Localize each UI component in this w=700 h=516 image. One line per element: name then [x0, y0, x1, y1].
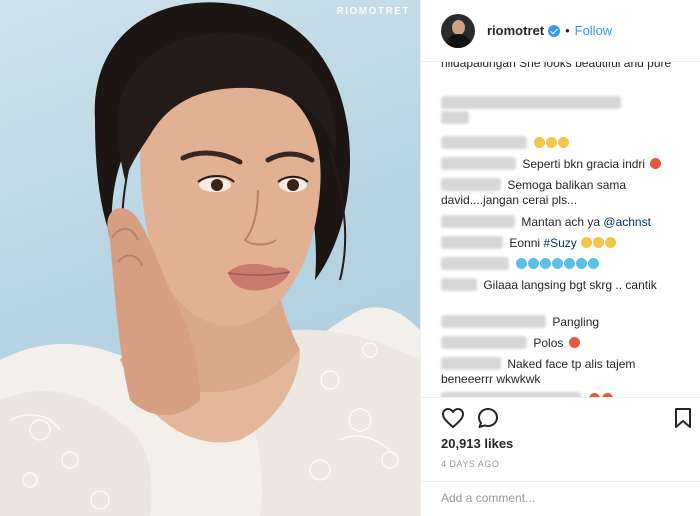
comment-text: Seperti bkn gracia indri [522, 157, 646, 171]
kiss-face-icon [581, 237, 593, 248]
blue-heart-icon [528, 258, 540, 269]
speech-bubble-icon[interactable] [476, 406, 500, 430]
portrait-illustration [0, 2, 420, 516]
heart-outline-icon[interactable] [441, 406, 465, 430]
blurred-username [441, 315, 546, 328]
kiss-face-icon [593, 237, 605, 248]
comment-item [441, 257, 686, 272]
blurred-username [441, 278, 477, 291]
bookmark-icon[interactable] [671, 406, 695, 430]
separator-dot: • [565, 23, 570, 38]
kiss-face-icon [605, 237, 617, 248]
verified-badge-icon [548, 24, 561, 37]
add-comment-bar [421, 481, 700, 516]
blurred-username [441, 236, 503, 249]
avatar[interactable] [441, 13, 475, 48]
comment-list[interactable]: hildapalungan She looks beautiful and pu… [421, 62, 700, 397]
blue-heart-icon [552, 258, 564, 269]
post-timestamp[interactable]: 4 DAYS AGO [441, 459, 499, 469]
clapping-hands-icon [558, 137, 570, 148]
comment-item [441, 96, 686, 126]
comment-input[interactable] [441, 491, 681, 505]
comment-text: hildapalungan She looks beautiful and pu… [441, 62, 672, 70]
blurred-text [441, 111, 469, 124]
comment-text: Mantan ach ya [521, 215, 601, 229]
comment-item: Gilaaa langsing bgt skrg .. cantik [441, 278, 686, 293]
clapping-hands-icon [546, 137, 558, 148]
username-link[interactable]: riomotret [487, 23, 544, 38]
post-sidebar: riomotret • Follow hildapalungan She loo… [420, 0, 700, 516]
blurred-username [441, 96, 621, 109]
mention-link[interactable]: @achnst [603, 215, 651, 229]
blurred-username [441, 178, 501, 191]
comment-item [441, 136, 686, 151]
comment-item: Naked face tp alis tajem beneeerrr wkwkw… [441, 357, 686, 387]
blue-heart-icon [540, 258, 552, 269]
action-bar [421, 397, 700, 437]
comment-text: Eonni [509, 236, 541, 250]
likes-count[interactable]: 20,913 likes [441, 436, 513, 451]
comment-text: Polos [533, 336, 564, 350]
blue-heart-icon [564, 258, 576, 269]
post-header: riomotret • Follow [421, 0, 700, 62]
blurred-username [441, 336, 527, 349]
post-photo[interactable]: RIOMOTRET [0, 0, 420, 516]
comment-item: Eonni #Suzy [441, 236, 686, 251]
comment-item: Seperti bkn gracia indri [441, 157, 686, 172]
blurred-username [441, 157, 516, 170]
heart-eyes-icon [568, 337, 580, 348]
comment-item: Semoga balikan sama david....jangan cera… [441, 178, 686, 208]
blue-heart-icon [588, 258, 600, 269]
comment-item: Polos [441, 336, 686, 351]
blurred-username [441, 215, 515, 228]
hashtag-link[interactable]: #Suzy [543, 236, 576, 250]
comment-item: hildapalungan She looks beautiful and pu… [441, 62, 686, 71]
follow-button[interactable]: Follow [575, 23, 613, 38]
blurred-username [441, 357, 501, 370]
clapping-hands-icon [534, 137, 546, 148]
blurred-username [441, 257, 509, 270]
blue-heart-icon [576, 258, 588, 269]
comment-item: Pangling [441, 315, 686, 330]
photo-watermark: RIOMOTRET [336, 6, 410, 17]
heart-eyes-icon [650, 158, 662, 169]
blurred-username [441, 136, 527, 149]
comment-text: Gilaaa langsing bgt skrg .. cantik [483, 278, 657, 292]
comment-text: Pangling [552, 315, 600, 329]
blue-heart-icon [516, 258, 528, 269]
comment-item: Mantan ach ya @achnst [441, 215, 686, 230]
